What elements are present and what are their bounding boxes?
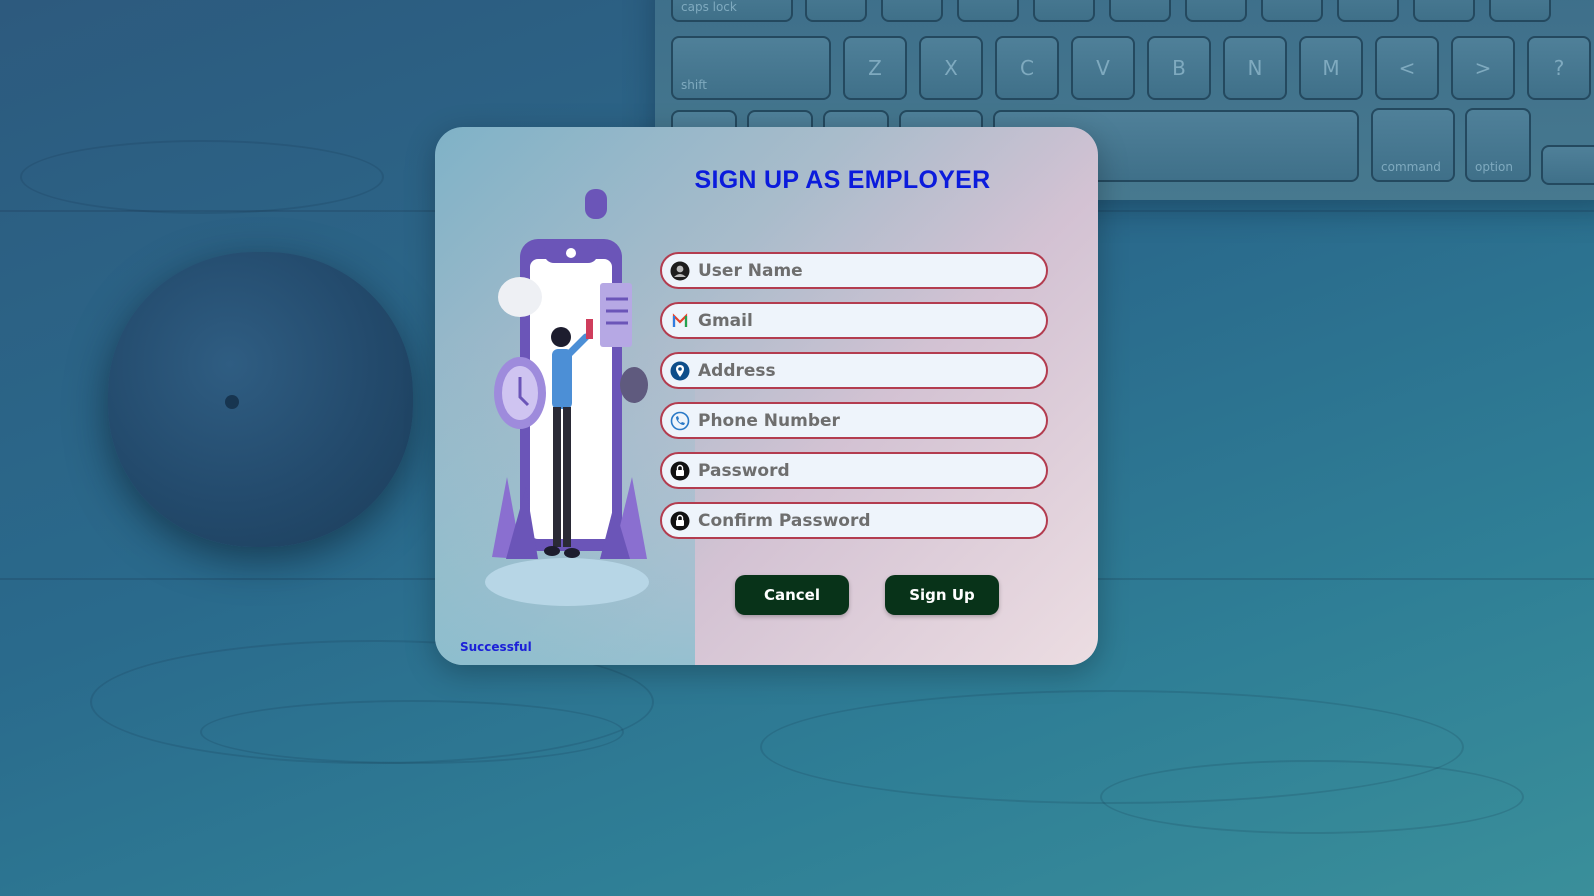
keyboard-key: B — [1147, 36, 1211, 100]
keyboard-key: > — [1451, 36, 1515, 100]
wood-grain — [1100, 760, 1524, 834]
keyboard-key: Z — [843, 36, 907, 100]
wood-grain — [20, 140, 384, 214]
confirm-password-input[interactable] — [698, 504, 1046, 537]
keyboard-key — [881, 0, 943, 22]
keyboard-key: N — [1223, 36, 1287, 100]
keyboard-key — [1185, 0, 1247, 22]
phone-input[interactable] — [698, 404, 1046, 437]
keyboard-key: command — [1371, 108, 1455, 182]
apple-stem — [225, 395, 239, 409]
keyboard-key: M — [1299, 36, 1363, 100]
signup-button[interactable]: Sign Up — [885, 575, 999, 615]
address-field[interactable] — [660, 352, 1048, 389]
keyboard-key: caps lock — [671, 0, 793, 22]
lock-icon — [669, 510, 691, 532]
user-icon — [669, 260, 691, 282]
lock-icon — [669, 460, 691, 482]
keyboard-key — [1541, 145, 1594, 185]
keyboard-key — [1337, 0, 1399, 22]
phone-field[interactable] — [660, 402, 1048, 439]
keyboard-key — [1033, 0, 1095, 22]
gmail-icon — [669, 310, 691, 332]
keyboard-key — [1413, 0, 1475, 22]
keyboard-key — [1489, 0, 1551, 22]
keyboard-key — [1261, 0, 1323, 22]
password-input[interactable] — [698, 454, 1046, 487]
keyboard-key: option — [1465, 108, 1531, 182]
password-field[interactable] — [660, 452, 1048, 489]
username-field[interactable] — [660, 252, 1048, 289]
keyboard-key: X — [919, 36, 983, 100]
keyboard-key: ? — [1527, 36, 1591, 100]
keyboard-key — [957, 0, 1019, 22]
signup-illustration — [485, 189, 649, 606]
page-title: SIGN UP AS EMPLOYER — [694, 166, 991, 194]
signup-card: SIGN UP AS EMPLOYER User Name Gmail Addr… — [435, 127, 1098, 665]
apple-photo — [108, 252, 413, 547]
address-input[interactable] — [698, 354, 1046, 387]
keyboard-key — [805, 0, 867, 22]
wood-grain — [200, 700, 624, 764]
keyboard-key — [1109, 0, 1171, 22]
keyboard-key: C — [995, 36, 1059, 100]
location-pin-icon — [669, 360, 691, 382]
keyboard-key: V — [1071, 36, 1135, 100]
confirm-password-field[interactable] — [660, 502, 1048, 539]
status-message: Successful — [460, 640, 532, 654]
gmail-field[interactable] — [660, 302, 1048, 339]
cancel-button[interactable]: Cancel — [735, 575, 849, 615]
username-input[interactable] — [698, 254, 1046, 287]
keyboard-key: shift — [671, 36, 831, 100]
phone-icon — [669, 410, 691, 432]
gmail-input[interactable] — [698, 304, 1046, 337]
keyboard-key: < — [1375, 36, 1439, 100]
